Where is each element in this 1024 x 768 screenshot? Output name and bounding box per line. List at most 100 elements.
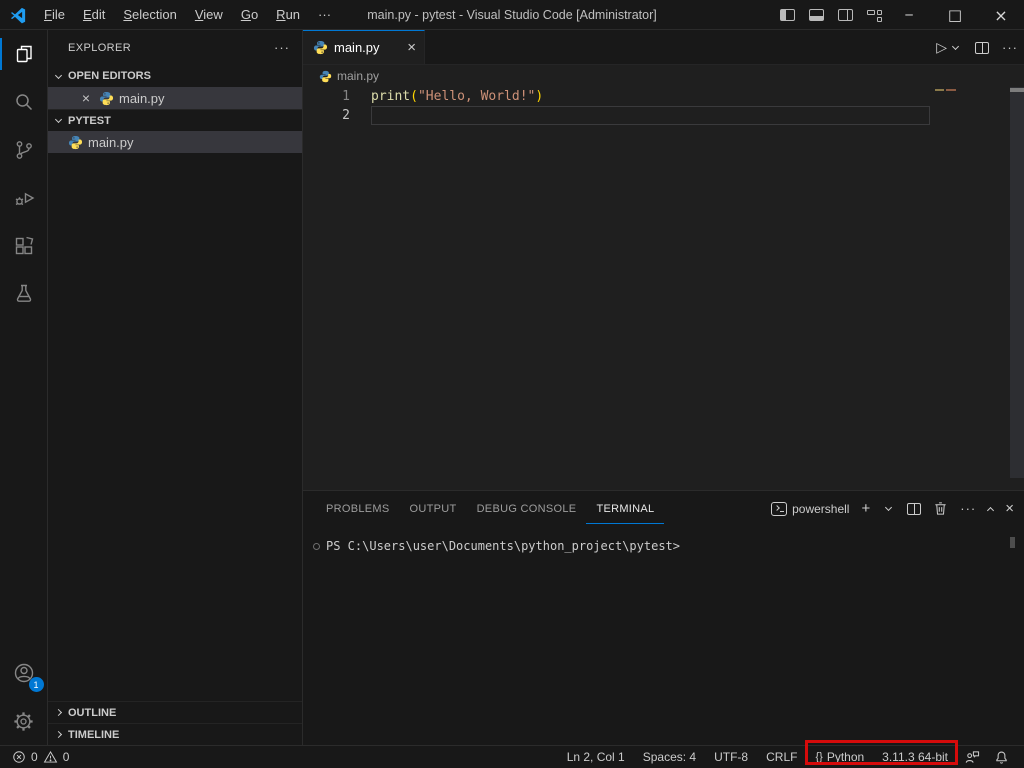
python-file-icon bbox=[313, 40, 328, 55]
status-bar: 0 0 Ln 2, Col 1 Spaces: 4 UTF-8 CRLF {} … bbox=[0, 745, 1024, 768]
activity-explorer-icon[interactable] bbox=[0, 30, 48, 78]
menu-view[interactable]: View bbox=[186, 0, 232, 30]
editor-scrollbar[interactable] bbox=[1010, 87, 1024, 490]
activity-run-debug-icon[interactable] bbox=[0, 174, 48, 222]
breadcrumb-item[interactable]: main.py bbox=[337, 69, 379, 83]
outline-label: OUTLINE bbox=[68, 707, 116, 719]
code-token-paren: ) bbox=[535, 89, 543, 104]
python-interpreter-status[interactable]: 3.11.3 64-bit bbox=[873, 750, 957, 764]
activity-source-control-icon[interactable] bbox=[0, 126, 48, 174]
editor-more-actions-icon[interactable]: ··· bbox=[1002, 40, 1018, 55]
terminal-prompt-line: PS C:\Users\user\Documents\python_projec… bbox=[313, 539, 1024, 553]
close-tab-icon[interactable]: × bbox=[407, 39, 416, 56]
minimap[interactable] bbox=[935, 89, 956, 91]
indentation-status[interactable]: Spaces: 4 bbox=[634, 750, 705, 764]
sidebar-empty-space bbox=[48, 153, 302, 701]
settings-gear-icon[interactable] bbox=[0, 697, 48, 745]
menu-file[interactable]: File bbox=[35, 0, 74, 30]
close-panel-icon[interactable]: × bbox=[1005, 500, 1014, 517]
shell-selector[interactable]: powershell bbox=[771, 502, 849, 516]
open-editor-file-label: main.py bbox=[119, 91, 165, 106]
editor-actions: ▷ ··· bbox=[936, 30, 1018, 65]
braces-icon: {} bbox=[815, 751, 822, 763]
accounts-badge: 1 bbox=[29, 677, 44, 692]
tab-label: main.py bbox=[334, 40, 401, 55]
current-line-highlight bbox=[371, 106, 930, 125]
maximize-button[interactable]: □ bbox=[932, 0, 978, 30]
tab-problems[interactable]: PROBLEMS bbox=[316, 494, 400, 524]
menu-go[interactable]: Go bbox=[232, 0, 267, 30]
toggle-panel-icon[interactable] bbox=[809, 9, 824, 21]
code-editor[interactable]: 1 print("Hello, World!") 2 bbox=[303, 87, 1024, 490]
chevron-down-icon[interactable] bbox=[885, 504, 892, 511]
warning-count: 0 bbox=[63, 750, 70, 764]
window-controls: ─ □ × bbox=[886, 0, 1024, 30]
activity-bar: 1 bbox=[0, 30, 48, 745]
open-editors-section-header[interactable]: OPEN EDITORS bbox=[48, 65, 302, 87]
code-token-string: "Hello, World!" bbox=[418, 89, 535, 104]
outline-section-header[interactable]: OUTLINE bbox=[48, 701, 302, 723]
menu-bar: File Edit Selection View Go Run ··· bbox=[35, 0, 340, 30]
tab-debug-console[interactable]: DEBUG CONSOLE bbox=[467, 494, 587, 524]
toggle-secondary-sidebar-icon[interactable] bbox=[838, 9, 853, 21]
line-number-active: 2 bbox=[303, 106, 371, 125]
scrollbar-slider[interactable] bbox=[1010, 87, 1024, 478]
split-editor-icon[interactable] bbox=[975, 42, 989, 54]
vscode-logo-icon bbox=[9, 6, 27, 24]
breadcrumb[interactable]: main.py bbox=[303, 65, 1024, 87]
close-editor-icon[interactable]: × bbox=[78, 90, 94, 106]
main-area: 1 EXPLORER ··· bbox=[0, 30, 1024, 745]
activity-search-icon[interactable] bbox=[0, 78, 48, 126]
menu-more[interactable]: ··· bbox=[309, 0, 340, 30]
close-window-button[interactable]: × bbox=[978, 0, 1024, 30]
new-terminal-icon[interactable]: + bbox=[861, 500, 870, 517]
tab-terminal[interactable]: TERMINAL bbox=[586, 494, 664, 524]
panel-more-actions-icon[interactable]: ··· bbox=[960, 501, 976, 516]
language-mode-status[interactable]: {} Python bbox=[806, 750, 873, 764]
run-python-file-button[interactable]: ▷ bbox=[936, 39, 962, 56]
encoding-status[interactable]: UTF-8 bbox=[705, 750, 757, 764]
menu-edit[interactable]: Edit bbox=[74, 0, 114, 30]
chevron-down-icon bbox=[55, 116, 62, 123]
powershell-icon bbox=[771, 502, 787, 516]
feedback-icon[interactable] bbox=[957, 750, 987, 765]
panel-toolbar: powershell + ··· × bbox=[771, 500, 1014, 517]
chevron-right-icon bbox=[55, 709, 62, 716]
tab-mainpy[interactable]: main.py × bbox=[303, 30, 425, 64]
open-editors-label: OPEN EDITORS bbox=[68, 70, 151, 82]
file-item-mainpy[interactable]: main.py bbox=[48, 131, 302, 153]
open-editor-item-mainpy[interactable]: × main.py bbox=[48, 87, 302, 109]
timeline-section-header[interactable]: TIMELINE bbox=[48, 723, 302, 745]
toggle-sidebar-icon[interactable] bbox=[780, 9, 795, 21]
vscode-window: File Edit Selection View Go Run ··· main… bbox=[0, 0, 1024, 768]
terminal-scrollbar[interactable] bbox=[1010, 537, 1015, 548]
python-file-icon bbox=[68, 135, 83, 150]
customize-layout-icon[interactable] bbox=[867, 9, 882, 22]
terminal[interactable]: PS C:\Users\user\Documents\python_projec… bbox=[303, 526, 1024, 553]
editor-column: main.py × ▷ ··· bbox=[303, 30, 1024, 745]
activity-extensions-icon[interactable] bbox=[0, 222, 48, 270]
editor-group: main.py × ▷ ··· bbox=[303, 30, 1024, 490]
python-file-icon bbox=[99, 91, 114, 106]
error-count: 0 bbox=[31, 750, 38, 764]
problems-status[interactable]: 0 0 bbox=[10, 750, 71, 764]
split-terminal-icon[interactable] bbox=[907, 503, 921, 515]
python-file-icon bbox=[319, 70, 332, 83]
timeline-label: TIMELINE bbox=[68, 729, 119, 741]
chevron-up-maximize-icon[interactable] bbox=[987, 506, 994, 513]
eol-status[interactable]: CRLF bbox=[757, 750, 806, 764]
activity-testing-icon[interactable] bbox=[0, 270, 48, 318]
minimize-button[interactable]: ─ bbox=[886, 0, 932, 30]
sidebar-title: EXPLORER bbox=[68, 42, 131, 54]
shell-label: powershell bbox=[792, 502, 849, 516]
cursor-position-status[interactable]: Ln 2, Col 1 bbox=[558, 750, 634, 764]
tab-output[interactable]: OUTPUT bbox=[400, 494, 467, 524]
kill-terminal-trash-icon[interactable] bbox=[933, 501, 948, 516]
project-section-header[interactable]: PYTEST bbox=[48, 109, 302, 131]
notifications-bell-icon[interactable] bbox=[987, 750, 1016, 765]
accounts-icon[interactable]: 1 bbox=[0, 649, 48, 697]
code-line-1: 1 print("Hello, World!") bbox=[303, 87, 1024, 106]
menu-run[interactable]: Run bbox=[267, 0, 309, 30]
menu-selection[interactable]: Selection bbox=[114, 0, 185, 30]
explorer-more-actions-icon[interactable]: ··· bbox=[274, 40, 290, 55]
